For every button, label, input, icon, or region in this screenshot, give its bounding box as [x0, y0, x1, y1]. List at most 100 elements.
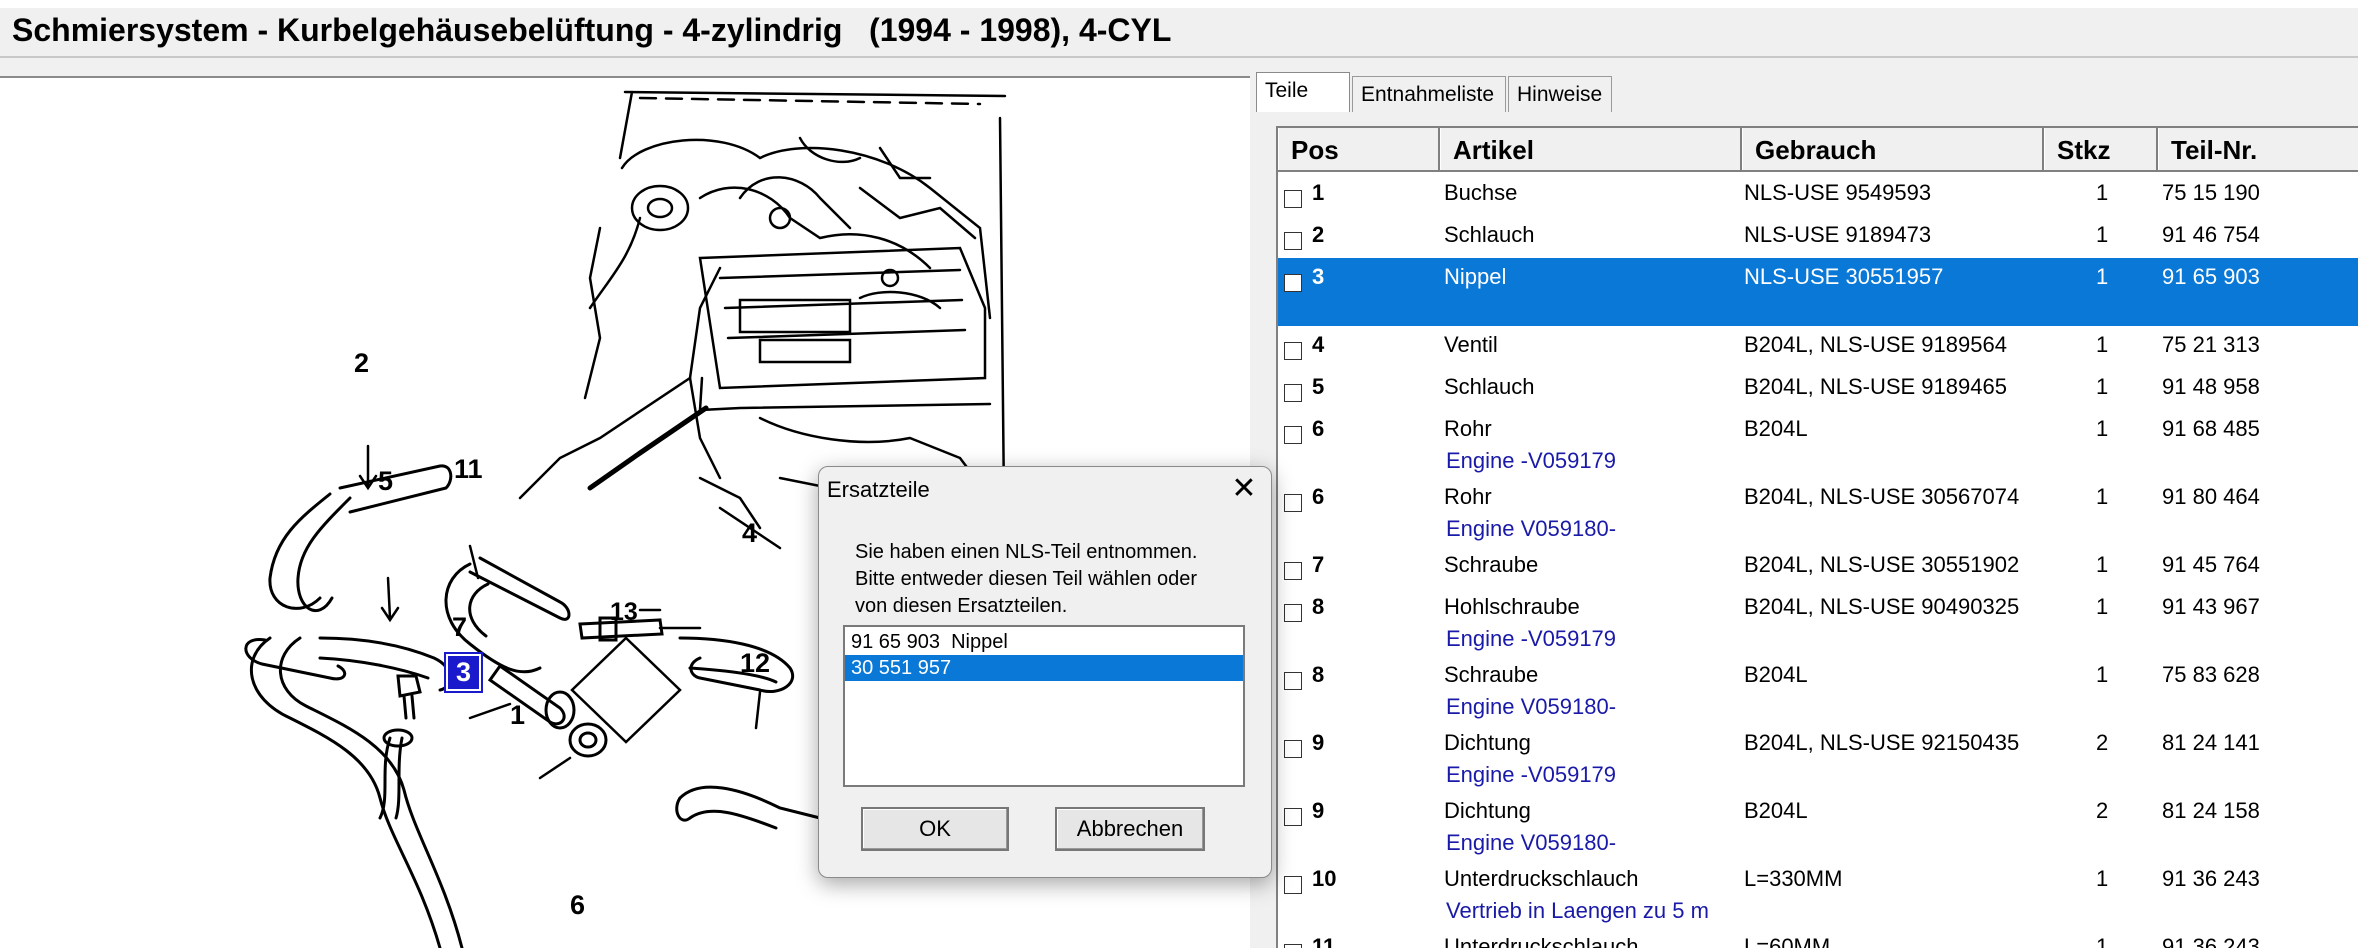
ersatzteile-dialog: Ersatzteile ✕ Sie haben einen NLS-Teil e…: [818, 466, 1272, 878]
cell-pos: 9: [1312, 798, 1325, 823]
callout-1[interactable]: 1: [510, 700, 525, 731]
cell-gebrauch: NLS-USE 9549593: [1744, 180, 1932, 205]
callout-4[interactable]: 4: [742, 518, 757, 549]
page-title: Schmiersystem - Kurbelgehäusebelüftung -…: [12, 12, 1172, 48]
cell-gebrauch: B204L, NLS-USE 30567074: [1744, 484, 2020, 509]
tab-entnahmeliste[interactable]: Entnahmeliste: [1352, 76, 1506, 112]
cell-pos: 4: [1312, 332, 1325, 357]
row-checkbox[interactable]: [1284, 808, 1302, 826]
cell-gebrauch: L=330MM: [1744, 866, 1843, 891]
dialog-message: Sie haben einen NLS-Teil entnommen. Bitt…: [855, 539, 1255, 620]
tab-hinweise[interactable]: Hinweise: [1508, 76, 1612, 112]
cell-stkz: 2: [2096, 798, 2109, 823]
table-row[interactable]: 11 Unterdruckschlauch L=60MM 1 91 36 243: [1278, 928, 2358, 948]
part-7-screw: [396, 674, 422, 698]
cell-teil-nr: 91 43 967: [2162, 594, 2260, 619]
row-checkbox[interactable]: [1284, 944, 1302, 948]
row-checkbox[interactable]: [1284, 232, 1302, 250]
callout-7[interactable]: 7: [452, 612, 467, 643]
table-row[interactable]: 6 Rohr B204L, NLS-USE 30567074 1 91 80 464 En…: [1278, 478, 2358, 546]
cell-pos: 8: [1312, 594, 1325, 619]
cell-pos: 1: [1312, 180, 1325, 205]
cell-artikel: Dichtung: [1444, 798, 1531, 823]
cell-gebrauch: NLS-USE 30551957: [1744, 264, 1944, 289]
cell-pos: 2: [1312, 222, 1325, 247]
callout-5[interactable]: 5: [378, 466, 393, 497]
cell-gebrauch: B204L, NLS-USE 30551902: [1744, 552, 2020, 577]
table-row[interactable]: 1 Buchse NLS-USE 9549593 1 75 15 190: [1278, 174, 2358, 216]
cell-stkz: 1: [2096, 552, 2109, 577]
cell-pos: 10: [1312, 866, 1337, 891]
table-row[interactable]: 8 Hohlschraube B204L, NLS-USE 90490325 1 91 …: [1278, 588, 2358, 656]
callout-11[interactable]: 11: [454, 454, 483, 485]
table-row[interactable]: 10 Unterdruckschlauch L=330MM 1 91 36 243 Ver…: [1278, 860, 2358, 928]
dialog-title: Ersatzteile: [827, 477, 930, 502]
replacement-list[interactable]: 91 65 903 Nippel 30 551 957: [843, 625, 1245, 787]
cell-note: Engine -V059179: [1446, 762, 1617, 787]
row-checkbox[interactable]: [1284, 274, 1302, 292]
row-checkbox[interactable]: [1284, 740, 1302, 758]
row-checkbox[interactable]: [1284, 876, 1302, 894]
row-checkbox[interactable]: [1284, 384, 1302, 402]
cell-artikel: Hohlschraube: [1444, 594, 1580, 619]
callout-2[interactable]: 2: [354, 348, 369, 379]
callout-12[interactable]: 12: [740, 648, 770, 679]
table-row[interactable]: 2 Schlauch NLS-USE 9189473 1 91 46 754: [1278, 216, 2358, 258]
cell-artikel: Schlauch: [1444, 222, 1535, 247]
replacement-option[interactable]: 91 65 903 Nippel: [845, 629, 1243, 655]
cell-teil-nr: 81 24 158: [2162, 798, 2260, 823]
cell-gebrauch: B204L, NLS-USE 9189465: [1744, 374, 2007, 399]
callout-3-selected[interactable]: 3: [443, 652, 484, 693]
col-gebrauch[interactable]: Gebrauch: [1742, 128, 2044, 170]
row-checkbox[interactable]: [1284, 562, 1302, 580]
col-pos[interactable]: Pos: [1278, 128, 1440, 170]
table-row[interactable]: 6 Rohr B204L 1 91 68 485 Engine -V059179: [1278, 410, 2358, 478]
col-artikel[interactable]: Artikel: [1440, 128, 1742, 170]
table-row-selected[interactable]: 3 Nippel NLS-USE 30551957 1 91 65 903: [1278, 258, 2358, 326]
cell-stkz: 1: [2096, 866, 2109, 891]
table-row[interactable]: 9 Dichtung B204L 2 81 24 158 Engine V059180-: [1278, 792, 2358, 860]
row-checkbox[interactable]: [1284, 672, 1302, 690]
parts-table[interactable]: Pos Artikel Gebrauch Stkz Teil-Nr. 1 Buch…: [1276, 126, 2358, 948]
cell-stkz: 1: [2096, 594, 2109, 619]
col-teil-nr[interactable]: Teil-Nr.: [2158, 128, 2358, 170]
callout-6[interactable]: 6: [570, 890, 585, 921]
cell-artikel: Buchse: [1444, 180, 1518, 205]
cell-pos: 5: [1312, 374, 1325, 399]
cell-artikel: Unterdruckschlauch: [1444, 866, 1639, 891]
cell-artikel: Ventil: [1444, 332, 1498, 357]
col-stkz[interactable]: Stkz: [2044, 128, 2158, 170]
table-row[interactable]: 8 Schraube B204L 1 75 83 628 Engine V059180-: [1278, 656, 2358, 724]
table-row[interactable]: 4 Ventil B204L, NLS-USE 9189564 1 75 21 313: [1278, 326, 2358, 368]
table-header: Pos Artikel Gebrauch Stkz Teil-Nr.: [1278, 128, 2358, 172]
cell-stkz: 1: [2096, 374, 2109, 399]
cell-teil-nr: 75 83 628: [2162, 662, 2260, 687]
row-checkbox[interactable]: [1284, 190, 1302, 208]
row-checkbox[interactable]: [1284, 426, 1302, 444]
cell-stkz: 1: [2096, 264, 2109, 289]
close-icon[interactable]: ✕: [1221, 469, 1267, 509]
cell-gebrauch: B204L, NLS-USE 92150435: [1744, 730, 2020, 755]
cell-teil-nr: 91 68 485: [2162, 416, 2260, 441]
cancel-button[interactable]: Abbrechen: [1055, 807, 1205, 851]
cell-note: Engine -V059179: [1446, 448, 1617, 473]
cell-artikel: Nippel: [1444, 264, 1507, 289]
row-checkbox[interactable]: [1284, 604, 1302, 622]
replacement-option-selected[interactable]: 30 551 957: [845, 655, 1243, 681]
title-bar: Schmiersystem - Kurbelgehäusebelüftung -…: [0, 8, 2358, 54]
cell-note: Engine V059180-: [1446, 516, 1617, 541]
callout-13[interactable]: 13: [610, 598, 638, 627]
tab-teile[interactable]: Teile: [1256, 72, 1350, 112]
table-row[interactable]: 9 Dichtung B204L, NLS-USE 92150435 2 81 24 1…: [1278, 724, 2358, 792]
cell-teil-nr: 91 45 764: [2162, 552, 2260, 577]
table-row[interactable]: 5 Schlauch B204L, NLS-USE 9189465 1 91 48 95…: [1278, 368, 2358, 410]
cell-stkz: 2: [2096, 730, 2109, 755]
cell-artikel: Schraube: [1444, 662, 1539, 687]
row-checkbox[interactable]: [1284, 342, 1302, 360]
cell-teil-nr: 91 46 754: [2162, 222, 2260, 247]
table-row[interactable]: 7 Schraube B204L, NLS-USE 30551902 1 91 45 7…: [1278, 546, 2358, 588]
cell-artikel: Schraube: [1444, 552, 1539, 577]
row-checkbox[interactable]: [1284, 494, 1302, 512]
ok-button[interactable]: OK: [861, 807, 1009, 851]
cell-stkz: 1: [2096, 332, 2109, 357]
